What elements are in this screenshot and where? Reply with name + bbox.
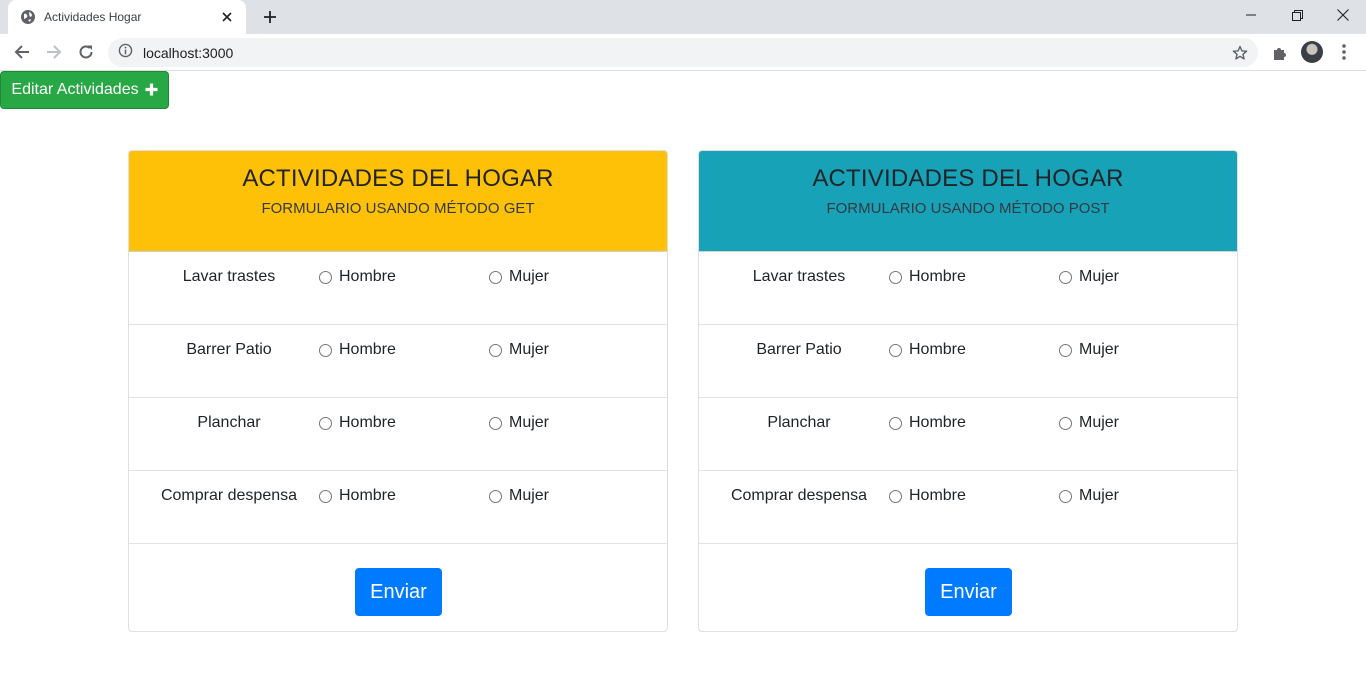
radio-button[interactable] [319,343,332,357]
radio-button[interactable] [1059,489,1072,503]
activity-label: Lavar trastes [752,268,846,285]
post-form-footer: Enviar [699,544,1237,631]
info-icon[interactable] [118,43,133,63]
radio-button[interactable] [489,270,502,284]
activity-row: Barrer Patio Hombre Mujer [129,325,667,398]
extensions-puzzle-icon[interactable] [1269,42,1291,64]
option-label: Mujer [1079,414,1120,431]
option-hombre[interactable]: Hombre [889,268,966,286]
post-form-header: ACTIVIDADES DEL HOGAR FORMULARIO USANDO … [699,151,1237,252]
radio-button[interactable] [319,270,332,284]
option-mujer[interactable]: Mujer [489,487,549,505]
post-form-card: ACTIVIDADES DEL HOGAR FORMULARIO USANDO … [698,150,1238,632]
restore-button[interactable] [1274,0,1320,30]
radio-button[interactable] [319,489,332,503]
activity-label: Planchar [767,414,831,431]
activity-row: Lavar trastes Hombre Mujer [129,252,667,325]
post-submit-button[interactable]: Enviar [925,568,1012,616]
radio-button[interactable] [489,343,502,357]
option-mujer[interactable]: Mujer [489,341,549,359]
option-label: Mujer [1079,268,1120,285]
option-label: Hombre [339,268,396,285]
radio-button[interactable] [489,416,502,430]
option-hombre[interactable]: Hombre [889,341,966,359]
activity-row: Comprar despensa Hombre Mujer [129,471,667,544]
window-close-button[interactable] [1320,0,1366,30]
radio-button[interactable] [889,270,902,284]
reload-icon[interactable] [72,38,100,66]
option-hombre[interactable]: Hombre [319,487,396,505]
get-form-title: ACTIVIDADES DEL HOGAR [242,165,554,192]
edit-activities-label: Editar Actividades [11,81,139,98]
option-label: Hombre [339,341,396,358]
edit-activities-button[interactable]: Editar Actividades [0,71,169,109]
option-hombre[interactable]: Hombre [319,268,396,286]
address-bar[interactable]: localhost:3000 [108,38,1258,67]
option-hombre[interactable]: Hombre [889,414,966,432]
option-hombre[interactable]: Hombre [319,341,396,359]
more-vertical-icon[interactable] [1334,41,1354,63]
forward-arrow-icon[interactable] [40,38,68,66]
option-label: Mujer [509,487,550,504]
option-mujer[interactable]: Mujer [1059,268,1119,286]
option-mujer[interactable]: Mujer [1059,487,1119,505]
url-text: localhost:3000 [143,44,234,61]
post-form-subtitle: FORMULARIO USANDO MÉTODO POST [826,200,1110,217]
option-mujer[interactable]: Mujer [489,414,549,432]
option-label: Hombre [339,487,396,504]
option-label: Mujer [1079,487,1120,504]
activity-label: Lavar trastes [182,268,276,285]
option-label: Mujer [509,414,550,431]
radio-button[interactable] [1059,343,1072,357]
radio-button[interactable] [889,343,902,357]
bookmark-star-icon[interactable] [1231,44,1248,61]
option-mujer[interactable]: Mujer [489,268,549,286]
option-hombre[interactable]: Hombre [319,414,396,432]
radio-button[interactable] [1059,270,1072,284]
radio-button[interactable] [319,416,332,430]
option-label: Mujer [509,341,550,358]
activity-row: Lavar trastes Hombre Mujer [699,252,1237,325]
get-form-header: ACTIVIDADES DEL HOGAR FORMULARIO USANDO … [129,151,667,252]
new-tab-button[interactable] [258,5,282,29]
option-label: Hombre [909,268,966,285]
activity-row: Planchar Hombre Mujer [699,398,1237,471]
activity-label: Barrer Patio [186,341,272,358]
profile-avatar[interactable] [1301,41,1323,63]
get-form-card: ACTIVIDADES DEL HOGAR FORMULARIO USANDO … [128,150,668,632]
radio-button[interactable] [489,489,502,503]
option-label: Mujer [1079,341,1120,358]
option-label: Hombre [909,487,966,504]
option-mujer[interactable]: Mujer [1059,414,1119,432]
post-form-title: ACTIVIDADES DEL HOGAR [812,165,1124,192]
back-arrow-icon[interactable] [8,38,36,66]
activity-row: Barrer Patio Hombre Mujer [699,325,1237,398]
activity-label: Comprar despensa [730,487,868,504]
option-label: Hombre [339,414,396,431]
tab-title: Actividades Hogar [44,10,142,24]
close-icon[interactable] [218,8,236,26]
option-label: Mujer [509,268,550,285]
tab-strip: Actividades Hogar [0,0,1366,34]
get-form-subtitle: FORMULARIO USANDO MÉTODO GET [261,200,535,217]
activity-label: Barrer Patio [756,341,842,358]
radio-button[interactable] [1059,416,1072,430]
activity-row: Planchar Hombre Mujer [129,398,667,471]
activity-label: Planchar [197,414,261,431]
radio-button[interactable] [889,489,902,503]
option-label: Hombre [909,341,966,358]
minimize-button[interactable] [1228,0,1274,30]
option-hombre[interactable]: Hombre [889,487,966,505]
activity-label: Comprar despensa [160,487,298,504]
browser-toolbar: localhost:3000 [0,34,1366,71]
globe-icon [20,9,36,25]
browser-tab[interactable]: Actividades Hogar [8,0,246,34]
option-mujer[interactable]: Mujer [1059,341,1119,359]
get-submit-button[interactable]: Enviar [355,568,442,616]
activity-row: Comprar despensa Hombre Mujer [699,471,1237,544]
get-form-footer: Enviar [129,544,667,631]
plus-icon [145,80,158,101]
radio-button[interactable] [889,416,902,430]
option-label: Hombre [909,414,966,431]
